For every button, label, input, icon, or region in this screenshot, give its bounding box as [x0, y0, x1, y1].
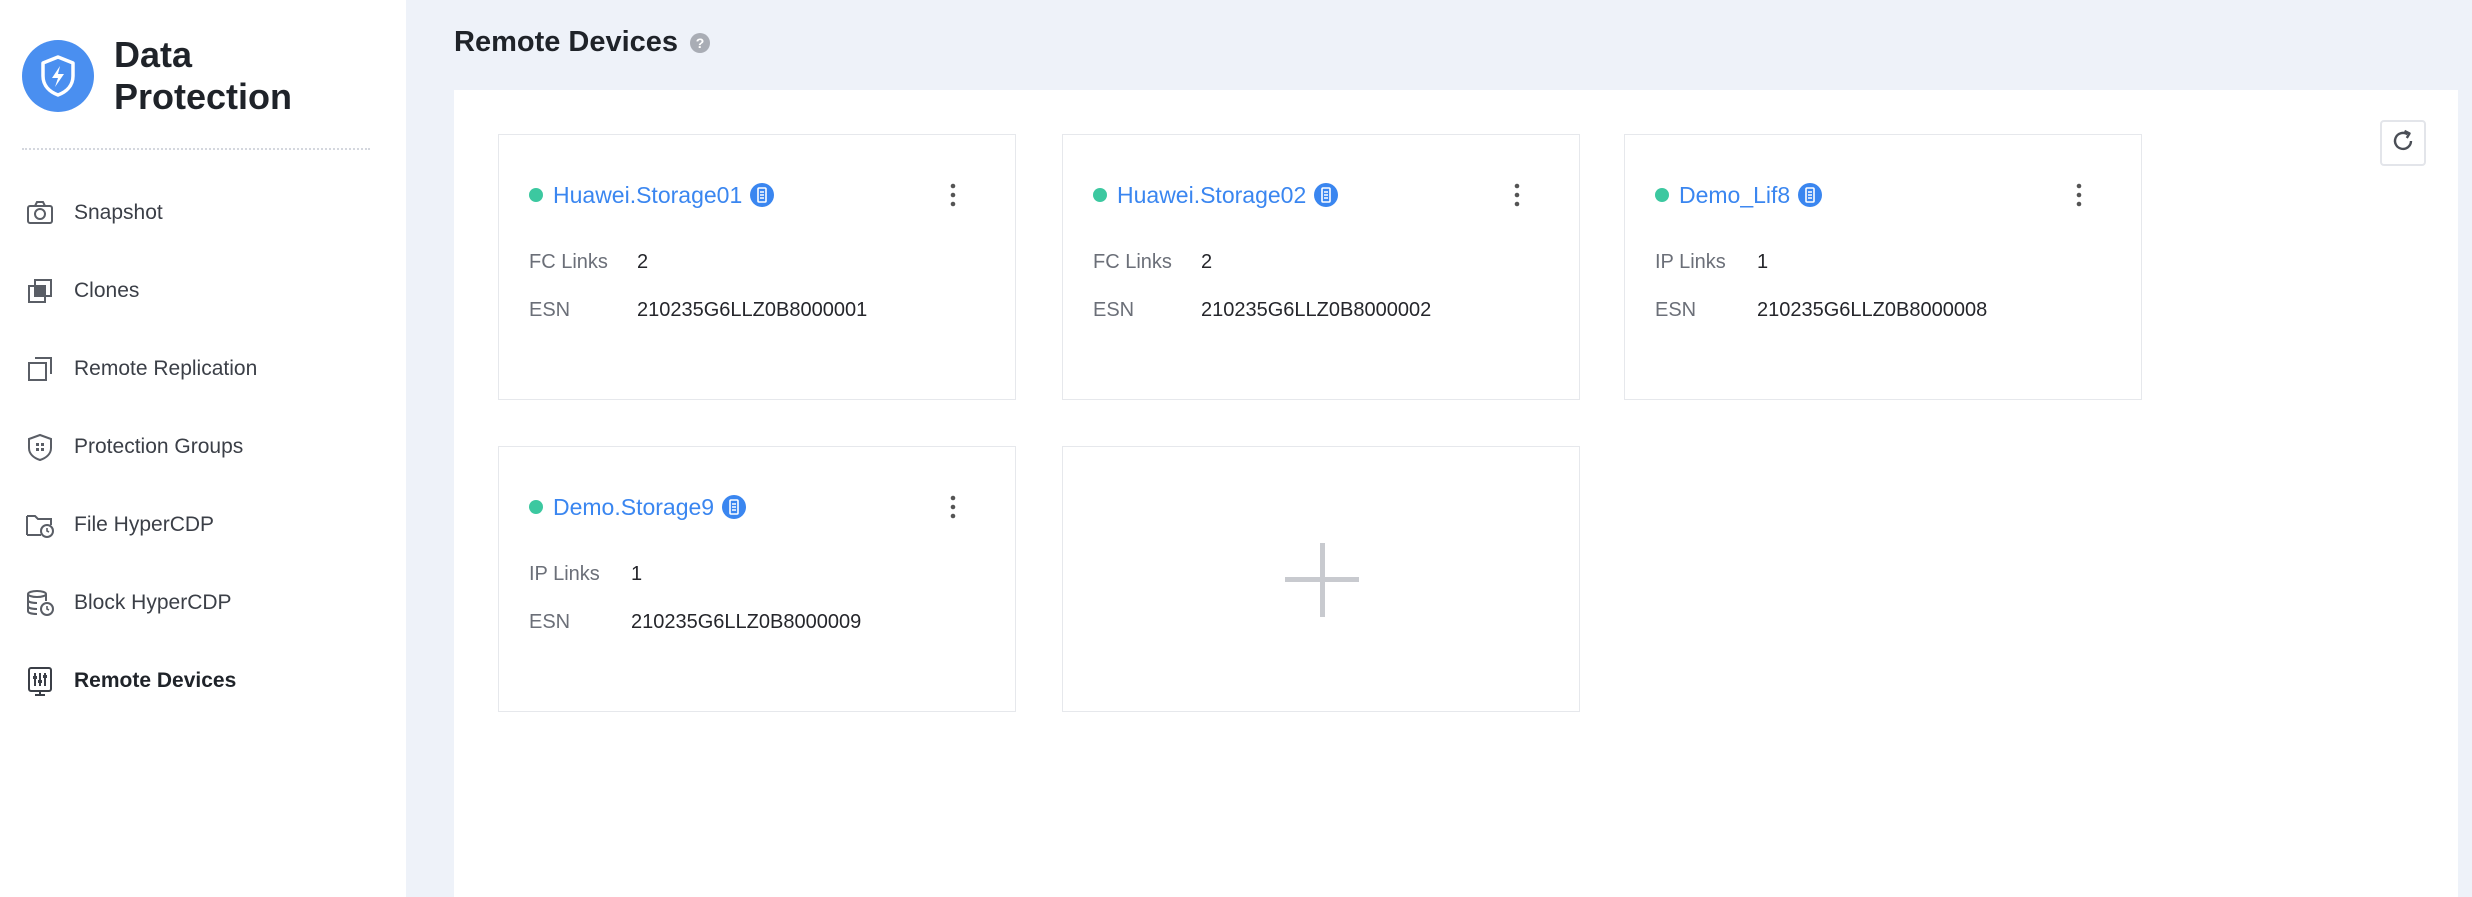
- storage-device-icon: [1314, 183, 1339, 207]
- shield-bolt-icon: [22, 40, 94, 112]
- links-value: 2: [637, 251, 649, 273]
- device-name-link[interactable]: Demo.Storage9: [553, 494, 714, 521]
- device-name-link[interactable]: Huawei.Storage02: [1117, 182, 1306, 209]
- links-value: 1: [1757, 251, 1769, 273]
- camera-icon: [24, 197, 56, 229]
- storage-device-icon: [750, 183, 775, 207]
- sidebar-divider: [22, 148, 370, 150]
- esn-value: 210235G6LLZ0B8000009: [631, 611, 862, 633]
- page-title: Remote Devices: [454, 26, 679, 58]
- sidebar-item-block-hypercdp[interactable]: Block HyperCDP: [0, 564, 406, 642]
- device-card-header: Demo_Lif8: [1655, 175, 2113, 215]
- links-label: IP Links: [1655, 251, 1726, 273]
- more-vertical-icon[interactable]: [1503, 181, 1531, 209]
- folder-clock-icon: [24, 509, 56, 541]
- remote-device-icon: [24, 665, 56, 697]
- sidebar-item-label: Remote Devices: [74, 669, 237, 692]
- sidebar-item-clones[interactable]: Clones: [0, 252, 406, 330]
- more-vertical-icon[interactable]: [2065, 181, 2093, 209]
- esn-label: ESN: [1655, 299, 1697, 321]
- sidebar-item-label: Remote Replication: [74, 357, 258, 380]
- device-name-link[interactable]: Demo_Lif8: [1679, 182, 1790, 209]
- devices-panel: Huawei.Storage01 FC Links 2 ESN 210235G6…: [454, 90, 2458, 897]
- status-online-icon: [529, 188, 543, 202]
- device-card-header: Huawei.Storage02: [1093, 175, 1551, 215]
- sidebar-item-snapshot[interactable]: Snapshot: [0, 174, 406, 252]
- links-label: FC Links: [529, 251, 608, 273]
- storage-device-icon: [722, 495, 747, 519]
- more-vertical-icon[interactable]: [939, 181, 967, 209]
- add-device-button[interactable]: [1062, 446, 1580, 712]
- device-card: Demo.Storage9 IP Links 1 ESN 210235G6LLZ…: [498, 446, 1016, 712]
- device-card: Huawei.Storage02 FC Links 2 ESN 210235G6…: [1062, 134, 1580, 400]
- sidebar-item-file-hypercdp[interactable]: File HyperCDP: [0, 486, 406, 564]
- esn-value: 210235G6LLZ0B8000002: [1201, 299, 1432, 321]
- links-label: FC Links: [1093, 251, 1172, 273]
- refresh-icon: [2390, 128, 2416, 159]
- links-value: 2: [1201, 251, 1213, 273]
- sidebar-item-protection-groups[interactable]: Protection Groups: [0, 408, 406, 486]
- sidebar-item-remote-replication[interactable]: Remote Replication: [0, 330, 406, 408]
- replication-icon: [24, 353, 56, 385]
- more-vertical-icon[interactable]: [939, 493, 967, 521]
- device-card-header: Huawei.Storage01: [529, 175, 987, 215]
- sidebar-item-label: Protection Groups: [74, 435, 244, 458]
- esn-value: 210235G6LLZ0B8000001: [637, 299, 868, 321]
- sidebar-item-label: Block HyperCDP: [74, 591, 232, 614]
- links-value: 1: [631, 563, 643, 585]
- sidebar-nav: Snapshot Clones Remote Replication Prote…: [0, 174, 406, 720]
- storage-device-icon: [1798, 183, 1823, 207]
- device-card-header: Demo.Storage9: [529, 487, 987, 527]
- device-card: Demo_Lif8 IP Links 1 ESN 210235G6LLZ0B80…: [1624, 134, 2142, 400]
- status-online-icon: [1093, 188, 1107, 202]
- page-header: Remote Devices ?: [454, 26, 711, 59]
- sidebar-item-label: Snapshot: [74, 201, 163, 224]
- app-title-line2: Protection: [114, 76, 293, 117]
- esn-label: ESN: [529, 611, 571, 633]
- sidebar-item-label: File HyperCDP: [74, 513, 215, 536]
- app-title: Data Protection: [114, 34, 354, 118]
- esn-value: 210235G6LLZ0B8000008: [1757, 299, 1988, 321]
- links-label: IP Links: [529, 563, 600, 585]
- shield-group-icon: [24, 431, 56, 463]
- esn-label: ESN: [1093, 299, 1135, 321]
- device-name-link[interactable]: Huawei.Storage01: [553, 182, 742, 209]
- help-icon[interactable]: ?: [690, 32, 711, 53]
- status-online-icon: [1655, 188, 1669, 202]
- esn-label: ESN: [529, 299, 571, 321]
- refresh-button[interactable]: [2380, 120, 2426, 166]
- brand: Data Protection: [22, 34, 354, 118]
- sidebar-item-label: Clones: [74, 279, 140, 302]
- sidebar: Data Protection Snapshot Clones Remote R…: [0, 0, 406, 897]
- database-clock-icon: [24, 587, 56, 619]
- device-card: Huawei.Storage01 FC Links 2 ESN 210235G6…: [498, 134, 1016, 400]
- status-online-icon: [529, 500, 543, 514]
- sidebar-item-remote-devices[interactable]: Remote Devices: [0, 642, 406, 720]
- clones-icon: [24, 275, 56, 307]
- app-title-line1: Data: [114, 34, 193, 75]
